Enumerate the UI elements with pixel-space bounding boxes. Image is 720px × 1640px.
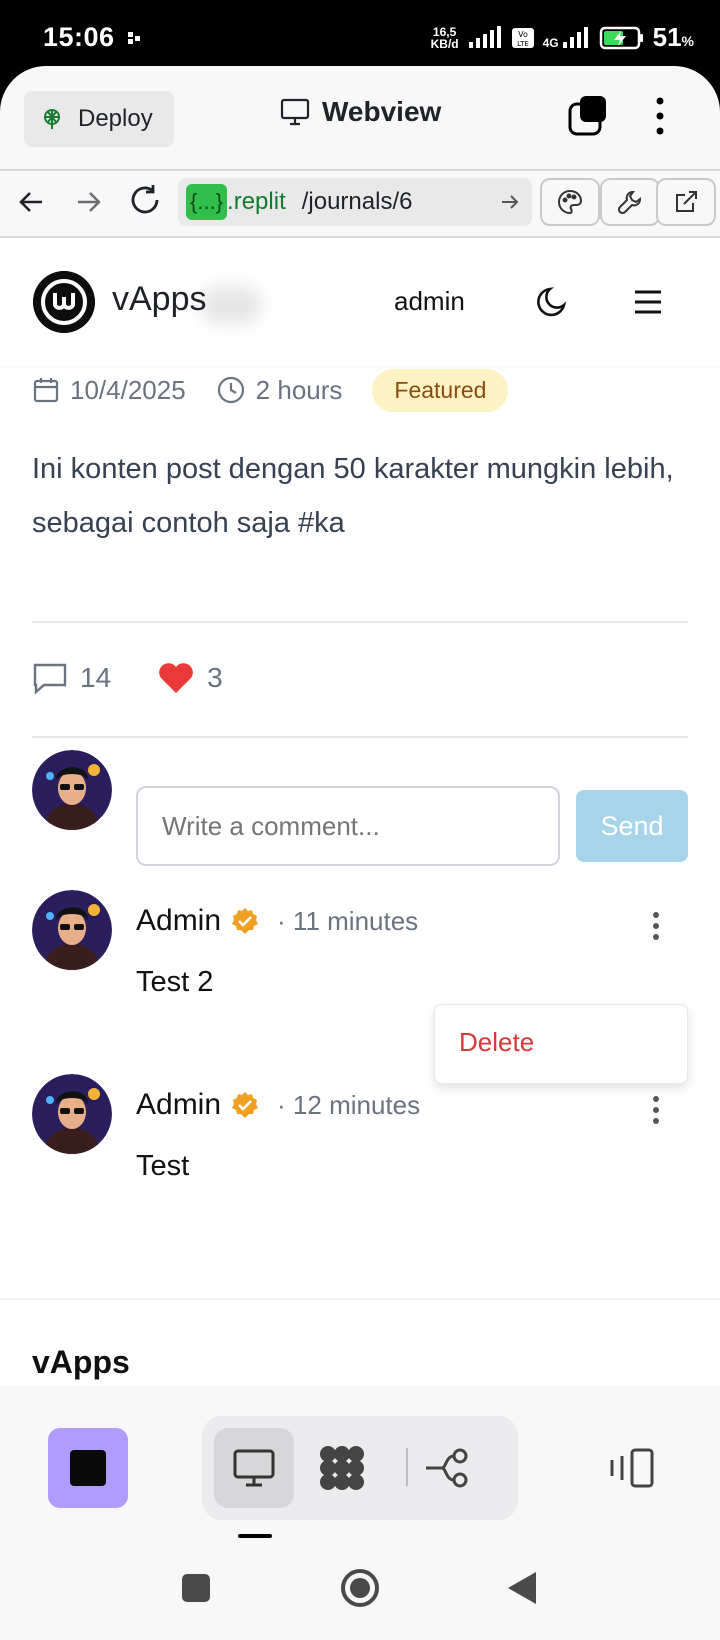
likes-count[interactable]: 3 bbox=[157, 661, 223, 695]
view-switcher bbox=[202, 1416, 518, 1520]
verified-badge-icon bbox=[232, 908, 259, 934]
battery-percent: 51% bbox=[652, 22, 694, 52]
recents-icon[interactable] bbox=[182, 1574, 210, 1602]
calendar-icon bbox=[33, 378, 59, 403]
wrench-icon bbox=[617, 191, 641, 215]
external-link-icon bbox=[676, 191, 697, 212]
reload-icon[interactable] bbox=[126, 182, 164, 220]
forward-arrow-icon[interactable] bbox=[70, 184, 106, 220]
url-row: {...} .replit /journals/6 bbox=[0, 172, 720, 236]
comment-icon bbox=[33, 663, 67, 695]
replit-toolbar: Deploy Webview {...} .replit /journals/6 bbox=[0, 66, 720, 238]
post-stats: 14 3 bbox=[32, 650, 269, 706]
apps-icon[interactable] bbox=[318, 1444, 366, 1492]
divider bbox=[32, 736, 688, 738]
tabs-icon[interactable] bbox=[568, 96, 608, 136]
comments-count[interactable]: 14 bbox=[32, 661, 111, 695]
android-nav-bar bbox=[0, 1540, 720, 1640]
comment-author: Admin · 11 minutes bbox=[136, 904, 419, 937]
status-right: 16,5 KB/d Vo LTE 4G 51% bbox=[431, 22, 694, 53]
webview-tab[interactable] bbox=[214, 1428, 294, 1508]
git-branch-icon[interactable] bbox=[424, 1446, 472, 1490]
palette-icon bbox=[558, 189, 583, 215]
divider bbox=[0, 1298, 720, 1300]
stop-button[interactable] bbox=[48, 1428, 128, 1508]
heart-icon bbox=[159, 663, 193, 693]
comment-author: Admin · 12 minutes bbox=[136, 1088, 421, 1121]
comment-more-icon[interactable] bbox=[648, 910, 664, 942]
cast-icon bbox=[128, 32, 140, 44]
webview-label: Webview bbox=[322, 96, 442, 127]
delete-comment-option[interactable]: Delete bbox=[459, 1027, 534, 1058]
comment-item: Admin · 12 minutes Test bbox=[0, 1074, 720, 1214]
url-badge: {...} bbox=[186, 184, 228, 220]
deploy-button[interactable]: Deploy bbox=[24, 91, 174, 147]
webview-title: Webview bbox=[280, 96, 441, 128]
commenter-avatar[interactable] bbox=[32, 1074, 112, 1154]
active-tab-indicator bbox=[238, 1534, 272, 1538]
url-domain: .replit bbox=[227, 188, 286, 215]
home-icon[interactable] bbox=[340, 1568, 380, 1608]
deploy-label: Deploy bbox=[78, 105, 153, 132]
status-time: 15:06 bbox=[43, 22, 115, 52]
admin-link[interactable]: admin bbox=[394, 286, 465, 317]
post-date: 10/4/2025 bbox=[32, 375, 186, 406]
devtools-button[interactable] bbox=[600, 178, 660, 226]
site-brand[interactable]: vApps bbox=[112, 280, 207, 319]
url-path: /journals/6 bbox=[301, 188, 413, 215]
palette-button[interactable] bbox=[540, 178, 600, 226]
comment-actions-dropdown: Delete bbox=[434, 1004, 688, 1084]
featured-badge: Featured bbox=[372, 368, 509, 412]
post-body: Ini konten post dengan 50 karakter mungk… bbox=[32, 453, 674, 539]
commenter-avatar[interactable] bbox=[32, 890, 112, 970]
replit-bottom-bar bbox=[0, 1386, 720, 1540]
comment-more-icon[interactable] bbox=[648, 1094, 664, 1126]
hamburger-menu-icon[interactable] bbox=[630, 286, 666, 318]
url-bar[interactable]: {...} .replit /journals/6 bbox=[178, 178, 532, 226]
deploy-icon bbox=[44, 109, 60, 129]
panels-icon[interactable] bbox=[608, 1448, 656, 1488]
divider bbox=[0, 169, 720, 171]
battery-icon bbox=[599, 26, 643, 49]
divider bbox=[406, 1448, 408, 1486]
dark-mode-moon-icon[interactable] bbox=[534, 284, 570, 320]
comment-time: · 11 minutes bbox=[277, 905, 419, 936]
go-arrow-icon[interactable] bbox=[498, 190, 522, 214]
status-bar: 15:06 16,5 KB/d Vo LTE 4G 51% bbox=[0, 0, 720, 72]
back-arrow-icon[interactable] bbox=[14, 184, 50, 220]
webview-content: vApps admin 10/4/2025 2 hours Featured I… bbox=[0, 238, 720, 1386]
monitor-icon bbox=[233, 1449, 275, 1487]
signal-4g-icon: 4G bbox=[543, 26, 591, 50]
brand-shadow bbox=[200, 286, 262, 324]
comment-input[interactable] bbox=[136, 786, 560, 866]
comment-text: Test 2 bbox=[136, 966, 214, 998]
open-external-button[interactable] bbox=[656, 178, 716, 226]
send-comment-button[interactable]: Send bbox=[576, 790, 688, 862]
user-avatar bbox=[32, 750, 112, 830]
svg-text:LTE: LTE bbox=[517, 40, 529, 48]
divider bbox=[32, 621, 688, 623]
post-meta: 10/4/2025 2 hours Featured bbox=[32, 368, 509, 412]
more-options-icon[interactable] bbox=[648, 96, 672, 136]
network-speed: 16,5 KB/d bbox=[430, 24, 459, 51]
footer-brand: vApps bbox=[32, 1344, 130, 1380]
comment-time: · 12 minutes bbox=[277, 1089, 421, 1120]
verified-badge-icon bbox=[232, 1092, 259, 1118]
vapps-logo[interactable] bbox=[33, 271, 95, 333]
monitor-icon bbox=[280, 98, 310, 126]
comment-text: Test bbox=[136, 1150, 190, 1182]
site-header: vApps admin bbox=[0, 238, 720, 366]
post-read-time: 2 hours bbox=[216, 375, 342, 406]
volte-icon: VoLTE bbox=[511, 27, 534, 48]
stop-icon bbox=[70, 1450, 106, 1486]
back-icon[interactable] bbox=[506, 1570, 538, 1606]
signal-icon bbox=[468, 25, 501, 48]
clock-icon bbox=[217, 376, 244, 404]
svg-text:Vo: Vo bbox=[518, 30, 528, 39]
